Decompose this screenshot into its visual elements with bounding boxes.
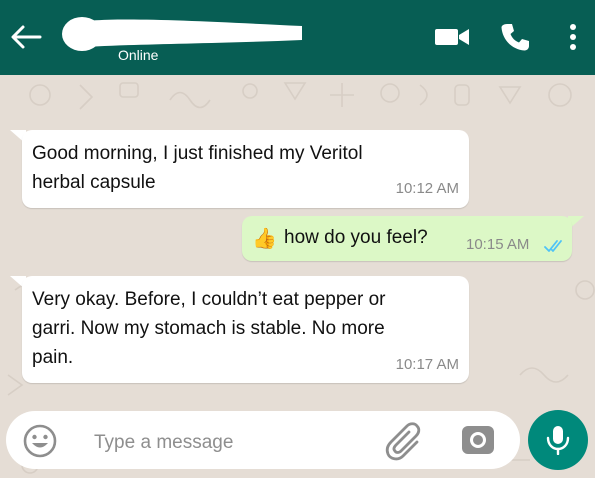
message-text-line: Good morning, I just finished my Veritol <box>32 143 363 164</box>
message-outgoing[interactable]: 👍 how do you feel? 10:15 AM <box>242 216 572 261</box>
contact-status: Online <box>118 47 159 63</box>
mic-icon <box>546 426 570 455</box>
message-text-line: Very okay. Before, I couldn’t eat pepper… <box>32 289 386 310</box>
message-incoming[interactable]: Good morning, I just finished my Veritol… <box>22 130 469 208</box>
camera-icon[interactable] <box>460 422 496 458</box>
emoji-icon[interactable] <box>22 423 58 459</box>
voice-call-icon[interactable] <box>500 22 530 52</box>
chat-header: Online <box>0 0 595 75</box>
message-timestamp: 10:17 AM <box>395 356 459 373</box>
message-timestamp: 10:12 AM <box>395 180 459 197</box>
message-incoming[interactable]: Very okay. Before, I couldn’t eat pepper… <box>22 276 469 383</box>
more-options-icon[interactable] <box>566 22 580 52</box>
message-text-line: herbal capsule <box>32 172 156 193</box>
message-text-line: garri. Now my stomach is stable. No more <box>32 318 385 339</box>
message-text: how do you feel? <box>284 227 428 248</box>
read-receipt-icon <box>544 240 562 252</box>
message-text-line: pain. <box>32 347 74 368</box>
video-call-icon[interactable] <box>434 26 470 48</box>
message-input[interactable] <box>94 428 364 458</box>
contact-name-redacted[interactable] <box>58 14 303 52</box>
thumbs-up-icon: 👍 <box>252 228 277 250</box>
attach-icon[interactable] <box>383 420 425 462</box>
mic-button[interactable] <box>528 410 588 470</box>
message-timestamp: 10:15 AM <box>466 236 530 253</box>
back-arrow-icon[interactable] <box>10 24 42 50</box>
